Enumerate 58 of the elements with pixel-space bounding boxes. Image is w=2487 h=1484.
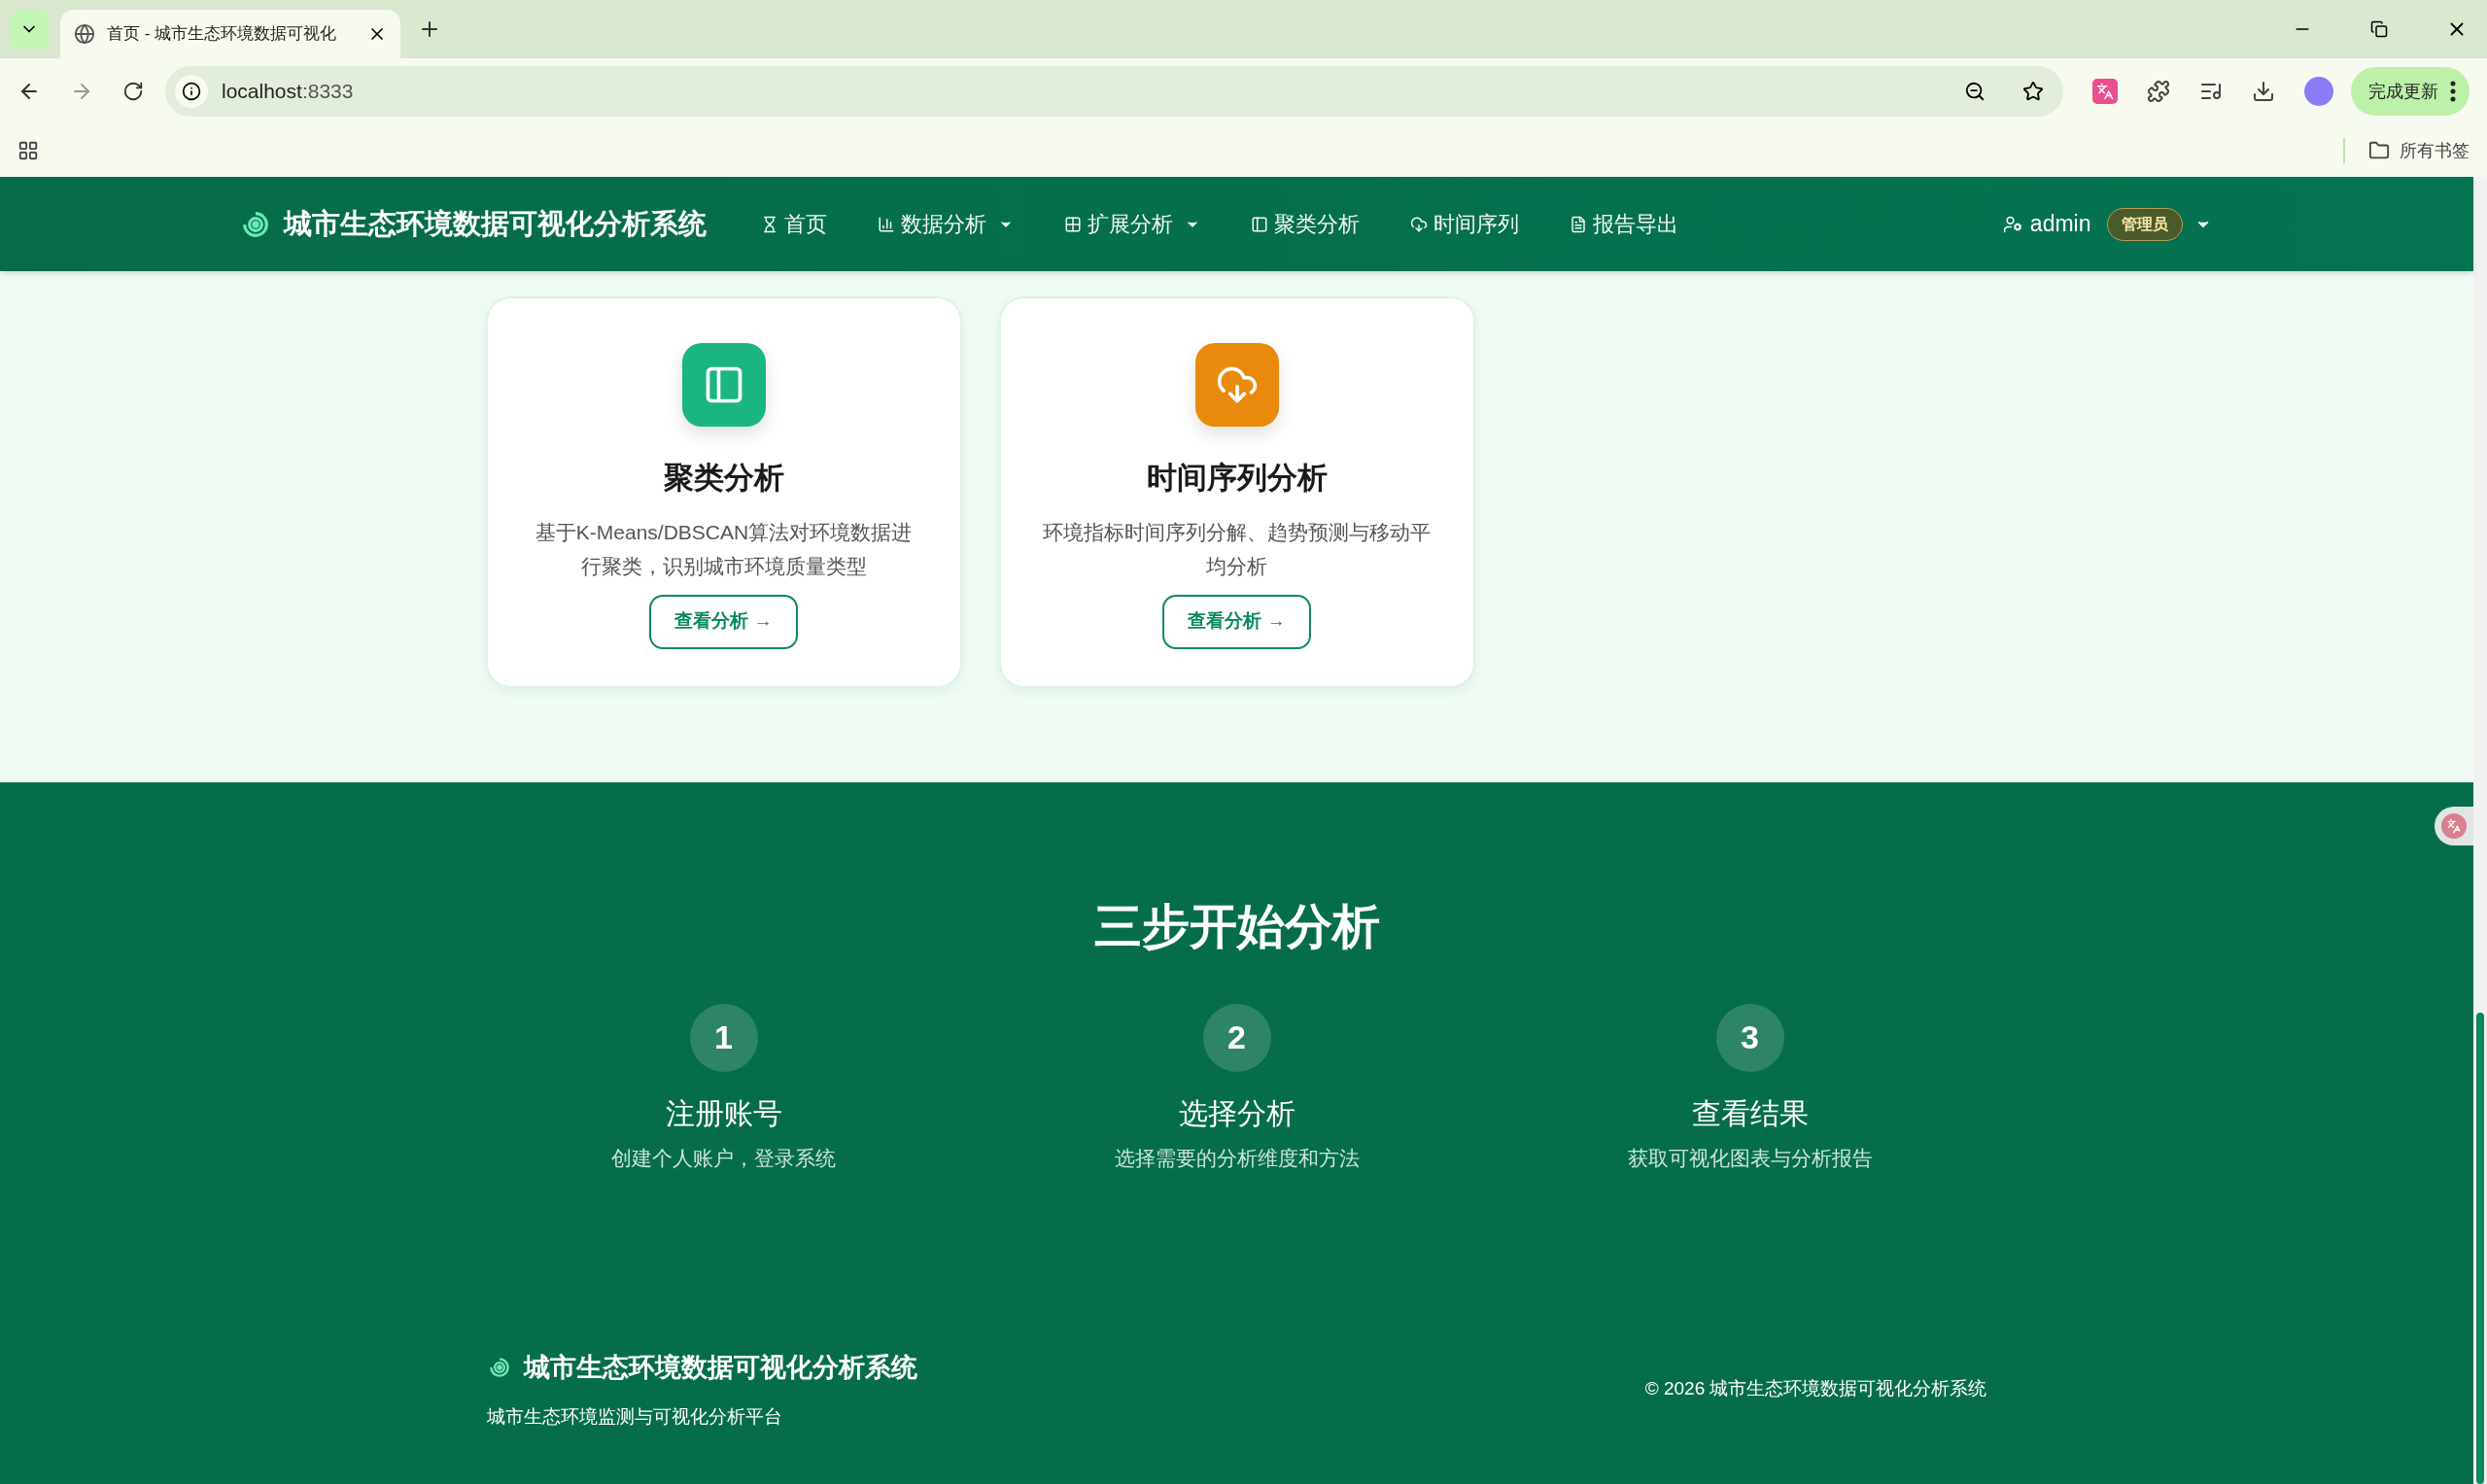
- more-icon: [2450, 81, 2456, 102]
- translate-extension-icon[interactable]: [2092, 79, 2118, 104]
- step-description: 选择需要的分析维度和方法: [1114, 1145, 1360, 1171]
- url-text: localhost:8333: [222, 79, 354, 105]
- step-title: 选择分析: [1178, 1095, 1295, 1131]
- extensions-icon[interactable]: [2147, 80, 2170, 103]
- download-icon[interactable]: [2252, 80, 2275, 103]
- address-bar[interactable]: localhost:8333: [165, 66, 2063, 117]
- user-menu[interactable]: admin: [2002, 207, 2091, 241]
- card-title: 时间序列分析: [1146, 460, 1328, 497]
- bar-chart-icon: [877, 215, 895, 233]
- nav-link[interactable]: 扩展分析: [1038, 208, 1226, 240]
- apps-icon[interactable]: [17, 140, 39, 161]
- reload-icon[interactable]: [122, 81, 144, 102]
- view-analysis-button[interactable]: 查看分析 →: [1162, 594, 1311, 649]
- globe-icon: [74, 23, 95, 45]
- bookmarks-link[interactable]: 所有书签: [2400, 137, 2470, 164]
- update-button[interactable]: 完成更新: [2351, 67, 2470, 116]
- site-info-button[interactable]: [175, 75, 208, 108]
- view-analysis-button[interactable]: 查看分析 →: [649, 594, 798, 649]
- card-description: 基于K-Means/DBSCAN算法对环境数据进行聚类，识别城市环境质量类型: [534, 519, 914, 579]
- scrollbar[interactable]: [2473, 177, 2487, 1484]
- nav-link[interactable]: 数据分析: [851, 208, 1039, 240]
- translate-float-button[interactable]: [2435, 807, 2473, 846]
- step-number: 3: [1715, 1003, 1784, 1072]
- zoom-icon[interactable]: [1964, 81, 1986, 102]
- section-title: 三步开始分析: [1092, 899, 1381, 954]
- footer-brand: 城市生态环境数据可视化分析系统: [523, 1352, 917, 1384]
- document-icon: [1569, 215, 1587, 233]
- user-icon: [2002, 214, 2022, 234]
- restore-icon[interactable]: [2370, 20, 2388, 38]
- nav-link[interactable]: 聚类分析: [1225, 208, 1385, 240]
- panel-icon: [1250, 215, 1268, 233]
- copyright-text: © 2026 城市生态环境数据可视化分析系统: [1644, 1377, 1987, 1401]
- card-description: 环境指标时间序列分解、趋势预测与移动平均分析: [1042, 519, 1432, 579]
- step-number: 1: [689, 1003, 758, 1072]
- step-number: 2: [1202, 1003, 1271, 1072]
- browser-tab[interactable]: 首页 - 城市生态环境数据可视化: [60, 10, 400, 58]
- info-icon: [182, 82, 201, 101]
- nav-link[interactable]: 首页: [735, 208, 852, 240]
- footer-tagline: 城市生态环境监测与可视化分析平台: [486, 1404, 783, 1429]
- bookmark-star-icon[interactable]: [2022, 81, 2044, 102]
- tab-title: 首页 - 城市生态环境数据可视化: [107, 23, 338, 46]
- folder-icon: [2368, 140, 2390, 161]
- role-badge: 管理员: [2106, 207, 2183, 241]
- step-title: 注册账号: [665, 1095, 782, 1131]
- grid-icon: [1063, 215, 1082, 233]
- profile-avatar[interactable]: [2304, 77, 2333, 106]
- step-description: 获取可视化图表与分析报告: [1627, 1145, 1873, 1171]
- translate-icon: [2441, 813, 2467, 839]
- nav-link[interactable]: 时间序列: [1384, 208, 1544, 240]
- step-title: 查看结果: [1691, 1095, 1809, 1131]
- step-description: 创建个人账户，登录系统: [611, 1145, 836, 1171]
- nav-link[interactable]: 报告导出: [1543, 208, 1704, 240]
- translate-icon: [2096, 83, 2114, 100]
- brand-title[interactable]: 城市生态环境数据可视化分析系统: [283, 202, 707, 246]
- card-title: 聚类分析: [663, 460, 784, 497]
- cloud-download-icon: [1409, 215, 1428, 233]
